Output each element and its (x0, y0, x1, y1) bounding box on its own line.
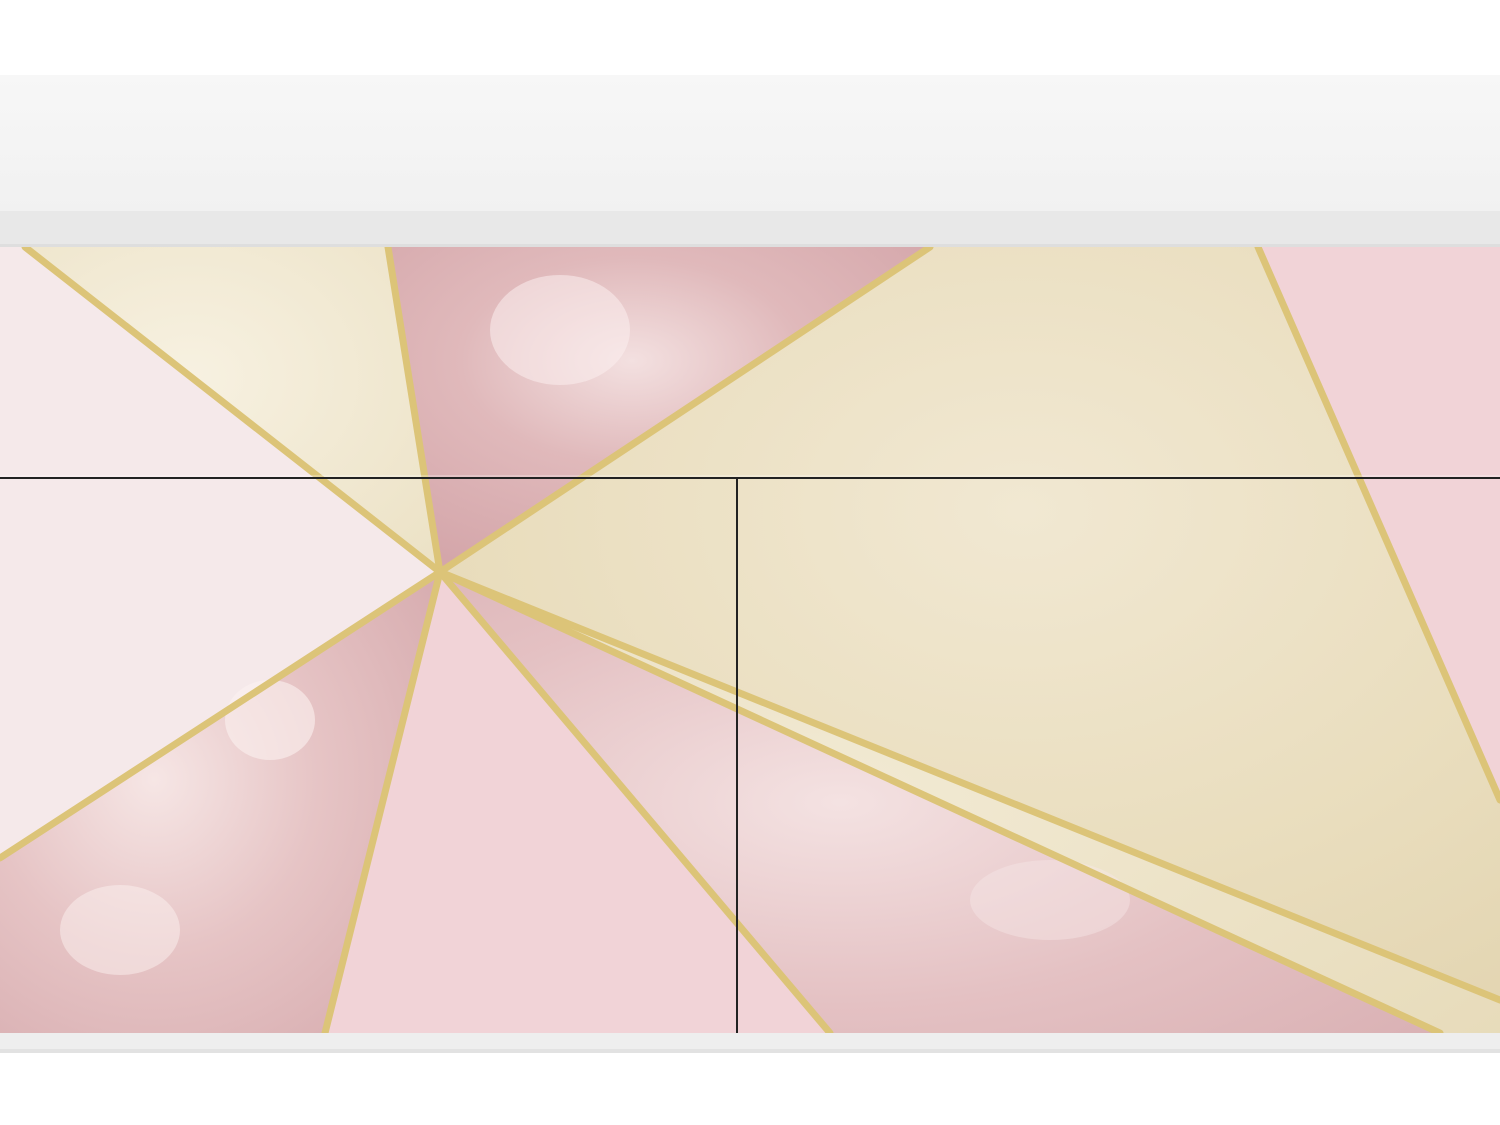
cabinet-top-shadow (0, 211, 1500, 247)
sideboard-illustration (0, 75, 1500, 1053)
decal-front (0, 247, 1500, 1033)
cabinet-base (0, 1033, 1500, 1049)
sideboard-scene (0, 0, 1500, 1125)
cabinet-top (0, 75, 1500, 211)
